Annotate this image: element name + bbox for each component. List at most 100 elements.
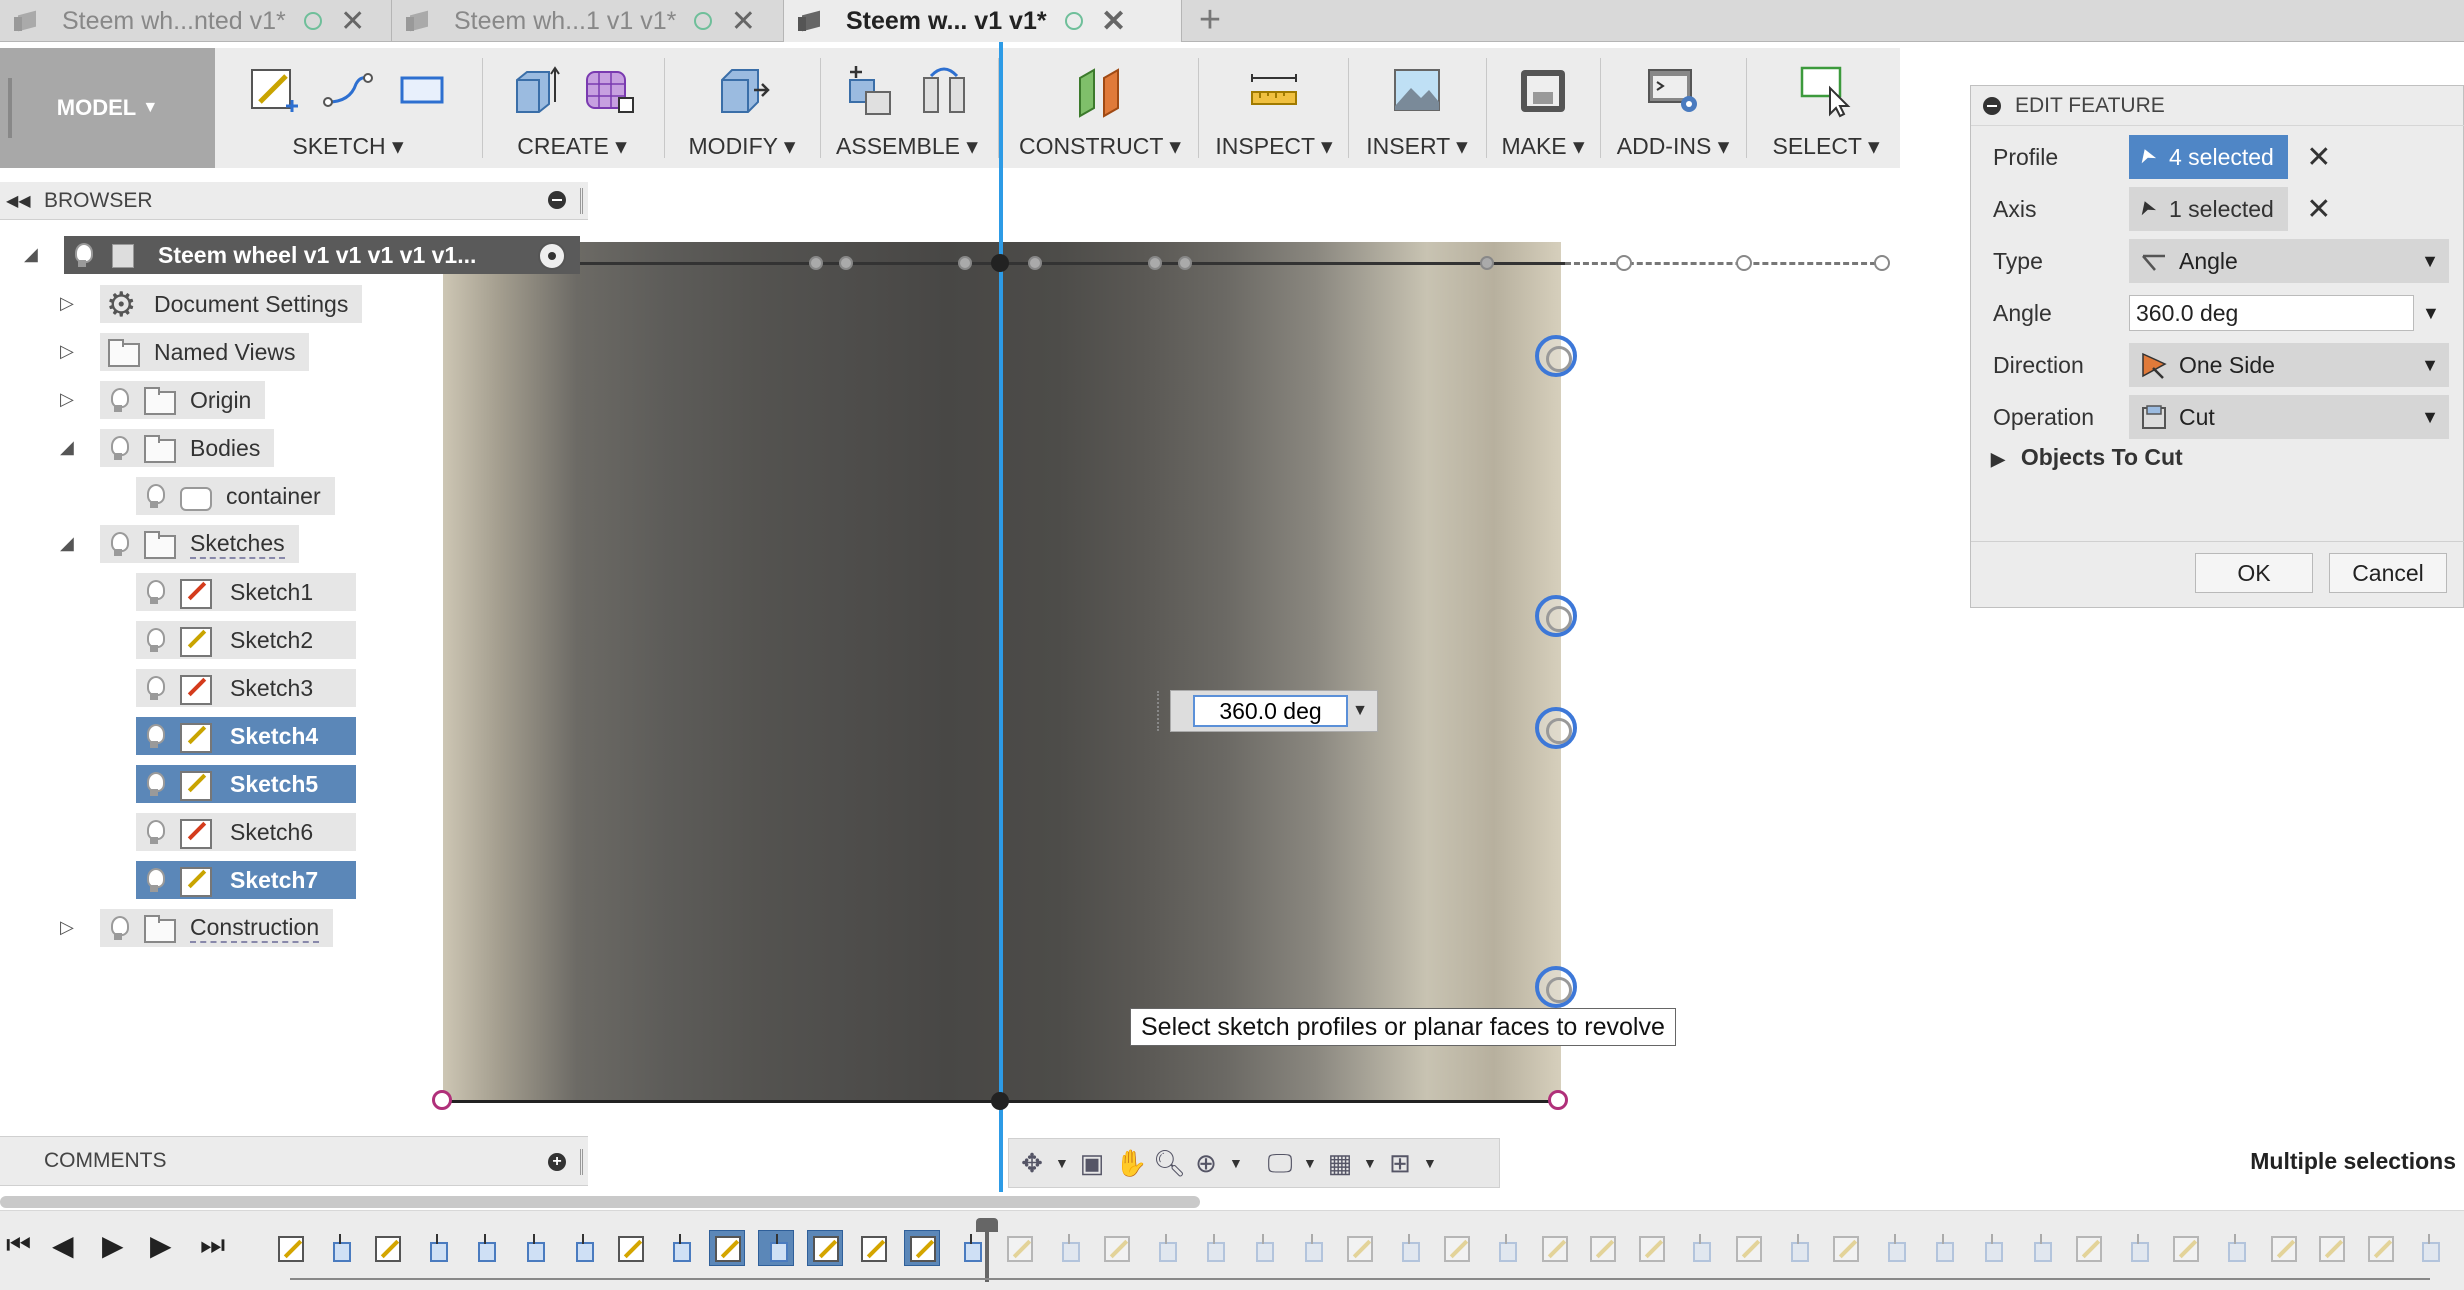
operation-dropdown[interactable]: Cut ▼ — [2129, 395, 2449, 439]
visibility-bulb-icon[interactable] — [64, 236, 100, 274]
timeline-feature[interactable] — [709, 1230, 746, 1266]
dialog-header[interactable]: EDIT FEATURE — [1971, 86, 2464, 126]
browser-item-sketch3[interactable]: Sketch3 — [0, 669, 356, 707]
panel-resize-handle[interactable] — [580, 188, 583, 214]
timeline-feature[interactable] — [2362, 1230, 2398, 1266]
timeline-feature[interactable] — [1438, 1230, 1474, 1266]
axis-select-button[interactable]: 1 selected — [2129, 187, 2288, 231]
add-ins-menu[interactable]: ADD-INS ▾ — [1606, 48, 1740, 168]
manipulator-handle[interactable] — [1535, 707, 1577, 749]
go-to-start-icon[interactable]: ⏮ — [6, 1229, 31, 1262]
construct-menu[interactable]: CONSTRUCT ▾ — [1004, 48, 1196, 168]
ok-button[interactable]: OK — [2195, 553, 2313, 593]
browser-root-node[interactable]: ◢ Steem wheel v1 v1 v1 v1 v1... — [0, 236, 580, 274]
timeline-feature[interactable] — [1341, 1230, 1377, 1266]
grid-icon[interactable]: ▦ — [1325, 1148, 1355, 1178]
visibility-bulb-icon[interactable] — [136, 765, 172, 803]
press-pull-icon[interactable] — [714, 62, 770, 118]
manipulator-handle[interactable] — [1535, 595, 1577, 637]
sketch-point[interactable] — [958, 256, 972, 270]
browser-item-sketches[interactable]: ◢ Sketches — [0, 525, 299, 563]
viewports-icon[interactable]: ⊞ — [1385, 1148, 1415, 1178]
step-back-icon[interactable]: ◀ — [52, 1229, 74, 1262]
timeline-feature[interactable] — [2216, 1230, 2252, 1266]
type-dropdown[interactable]: Angle ▼ — [2129, 239, 2449, 283]
browser-item-sketch1[interactable]: Sketch1 — [0, 573, 356, 611]
visibility-bulb-icon[interactable] — [136, 813, 172, 851]
add-comment-icon[interactable]: + — [548, 1153, 566, 1171]
step-forward-icon[interactable]: ▶ — [150, 1229, 172, 1262]
chevron-down-icon[interactable]: ▼ — [1423, 1155, 1437, 1171]
timeline-feature[interactable] — [612, 1230, 648, 1266]
sketch-point[interactable] — [1178, 256, 1192, 270]
document-tab[interactable]: Steem wh...nted v1* ✕ — [0, 0, 392, 42]
timeline-feature[interactable] — [1390, 1230, 1426, 1266]
look-at-icon[interactable]: ▣ — [1077, 1148, 1107, 1178]
chevron-down-icon[interactable]: ▼ — [2422, 303, 2440, 324]
panel-resize-handle[interactable] — [580, 1149, 583, 1175]
new-component-icon[interactable] — [842, 62, 898, 118]
sketch-point[interactable] — [1548, 1090, 1568, 1110]
pan-hand-icon[interactable]: ✋ — [1115, 1148, 1147, 1178]
profile-select-button[interactable]: 4 selected — [2129, 135, 2288, 179]
chevron-down-icon[interactable]: ▼ — [1303, 1155, 1317, 1171]
minimize-panel-icon[interactable] — [548, 191, 566, 209]
timeline-feature[interactable] — [1584, 1230, 1620, 1266]
visibility-bulb-icon[interactable] — [136, 477, 172, 515]
extrude-icon[interactable] — [507, 62, 563, 118]
line-icon[interactable] — [320, 62, 376, 118]
close-tab-icon[interactable]: ✕ — [340, 4, 366, 39]
measure-icon[interactable] — [1246, 62, 1302, 118]
create-sketch-icon[interactable] — [246, 62, 302, 118]
sketch-point[interactable] — [1616, 255, 1632, 271]
clear-axis-icon[interactable]: ✕ — [2304, 192, 2334, 227]
sketch-menu[interactable]: SKETCH ▾ — [222, 48, 474, 168]
browser-item-container[interactable]: container — [0, 477, 335, 515]
expand-triangle-icon[interactable]: ▷ — [60, 917, 80, 938]
collapse-panel-icon[interactable]: ◀◀ — [6, 191, 36, 211]
revolve-axis-line[interactable] — [999, 42, 1003, 1192]
timeline-feature[interactable] — [2119, 1230, 2155, 1266]
expand-triangle-icon[interactable]: ◢ — [60, 437, 80, 458]
new-tab-icon[interactable]: + — [1190, 0, 1230, 42]
insert-image-icon[interactable] — [1389, 62, 1445, 118]
select-icon[interactable] — [1798, 62, 1854, 118]
timeline-feature[interactable] — [418, 1230, 454, 1266]
chevron-down-icon[interactable]: ▼ — [1229, 1155, 1243, 1171]
sketch-point[interactable] — [991, 1092, 1009, 1110]
sketch-point[interactable] — [1480, 256, 1494, 270]
visibility-bulb-icon[interactable] — [136, 573, 172, 611]
display-settings-icon[interactable]: 🖵︎ — [1265, 1148, 1295, 1178]
sketch-point[interactable] — [991, 254, 1009, 272]
visibility-bulb-icon[interactable] — [136, 861, 172, 899]
browser-item-sketch6[interactable]: Sketch6 — [0, 813, 356, 851]
horizontal-scrollbar[interactable] — [0, 1196, 1200, 1208]
timeline-feature[interactable] — [2410, 1230, 2446, 1266]
manipulator-handle[interactable] — [1535, 966, 1577, 1008]
browser-item-document-settings[interactable]: ▷ Document Settings — [0, 285, 363, 325]
create-menu[interactable]: CREATE ▾ — [488, 48, 656, 168]
form-icon[interactable] — [581, 62, 637, 118]
browser-item-named-views[interactable]: ▷ Named Views — [0, 333, 310, 371]
timeline-feature[interactable] — [369, 1230, 405, 1266]
timeline-feature[interactable] — [1924, 1230, 1960, 1266]
insert-menu[interactable]: INSERT ▾ — [1354, 48, 1480, 168]
timeline-feature[interactable] — [1536, 1230, 1572, 1266]
timeline-feature[interactable] — [1244, 1230, 1280, 1266]
timeline-feature[interactable] — [1050, 1230, 1086, 1266]
browser-item-bodies[interactable]: ◢ Bodies — [0, 429, 275, 467]
timeline-feature[interactable] — [1876, 1230, 1912, 1266]
timeline-feature[interactable] — [321, 1230, 357, 1266]
sketch-point[interactable] — [809, 256, 823, 270]
modify-menu[interactable]: MODIFY ▾ — [670, 48, 814, 168]
sketch-point[interactable] — [1874, 255, 1890, 271]
visibility-bulb-icon[interactable] — [100, 909, 136, 947]
sketch-point[interactable] — [1028, 256, 1042, 270]
visibility-bulb-icon[interactable] — [100, 525, 136, 563]
inspect-menu[interactable]: INSPECT ▾ — [1204, 48, 1344, 168]
expand-triangle-icon[interactable]: ▶ — [1991, 449, 2005, 469]
3d-print-icon[interactable] — [1515, 62, 1571, 118]
fit-zoom-icon[interactable]: ⊕ — [1191, 1148, 1221, 1178]
browser-item-sketch4[interactable]: Sketch4 — [0, 717, 356, 755]
chevron-down-icon[interactable]: ▼ — [1363, 1155, 1377, 1171]
